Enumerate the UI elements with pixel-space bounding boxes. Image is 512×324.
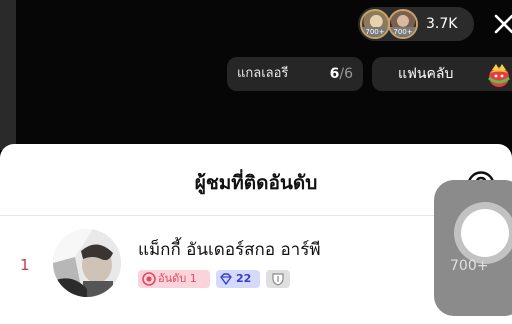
gallery-current: 6 <box>329 66 340 82</box>
diamond-icon <box>220 273 232 285</box>
avatar[interactable] <box>53 229 121 297</box>
viewer-pill[interactable]: 700+ 700+ 3.7K <box>358 7 474 41</box>
diamond-level: 22 <box>236 272 252 285</box>
floating-assistive-button[interactable]: 700+ <box>434 180 512 316</box>
fanclub-emblem-icon <box>488 64 510 87</box>
viewer-badge: 700+ <box>362 27 388 37</box>
rank-badge: อันดับ 1 <box>138 270 210 288</box>
rank-badge-label: อันดับ 1 <box>158 272 197 285</box>
gallery-label: แกลเลอรี <box>237 66 289 81</box>
gallery-button[interactable]: แกลเลอรี 6/6 <box>227 57 363 91</box>
avatar-photo <box>53 229 121 297</box>
diamond-badge: 22 <box>216 270 260 288</box>
assistive-core <box>461 209 509 257</box>
fanclub-button[interactable]: แฟนคลับ <box>372 57 512 91</box>
viewer-count: 3.7K <box>426 16 458 32</box>
gallery-total: /6 <box>339 66 353 82</box>
target-icon <box>142 272 156 286</box>
close-icon[interactable] <box>490 10 512 38</box>
viewer-name: แม็กกี้ อันเดอร์สกอ อาร์พี <box>138 240 321 260</box>
top-viewer-avatar-2[interactable]: 700+ <box>388 9 418 39</box>
floating-label: 700+ <box>450 258 489 274</box>
rank-number: 1 <box>20 256 30 274</box>
gallery-count: 6/6 <box>330 57 353 91</box>
video-edge <box>0 0 16 150</box>
viewer-badge: 700+ <box>390 27 416 37</box>
top-viewer-avatar-1[interactable]: 700+ <box>360 9 390 39</box>
shield-badge <box>266 270 290 288</box>
fanclub-label: แฟนคลับ <box>398 66 454 82</box>
shield-icon <box>272 273 284 286</box>
